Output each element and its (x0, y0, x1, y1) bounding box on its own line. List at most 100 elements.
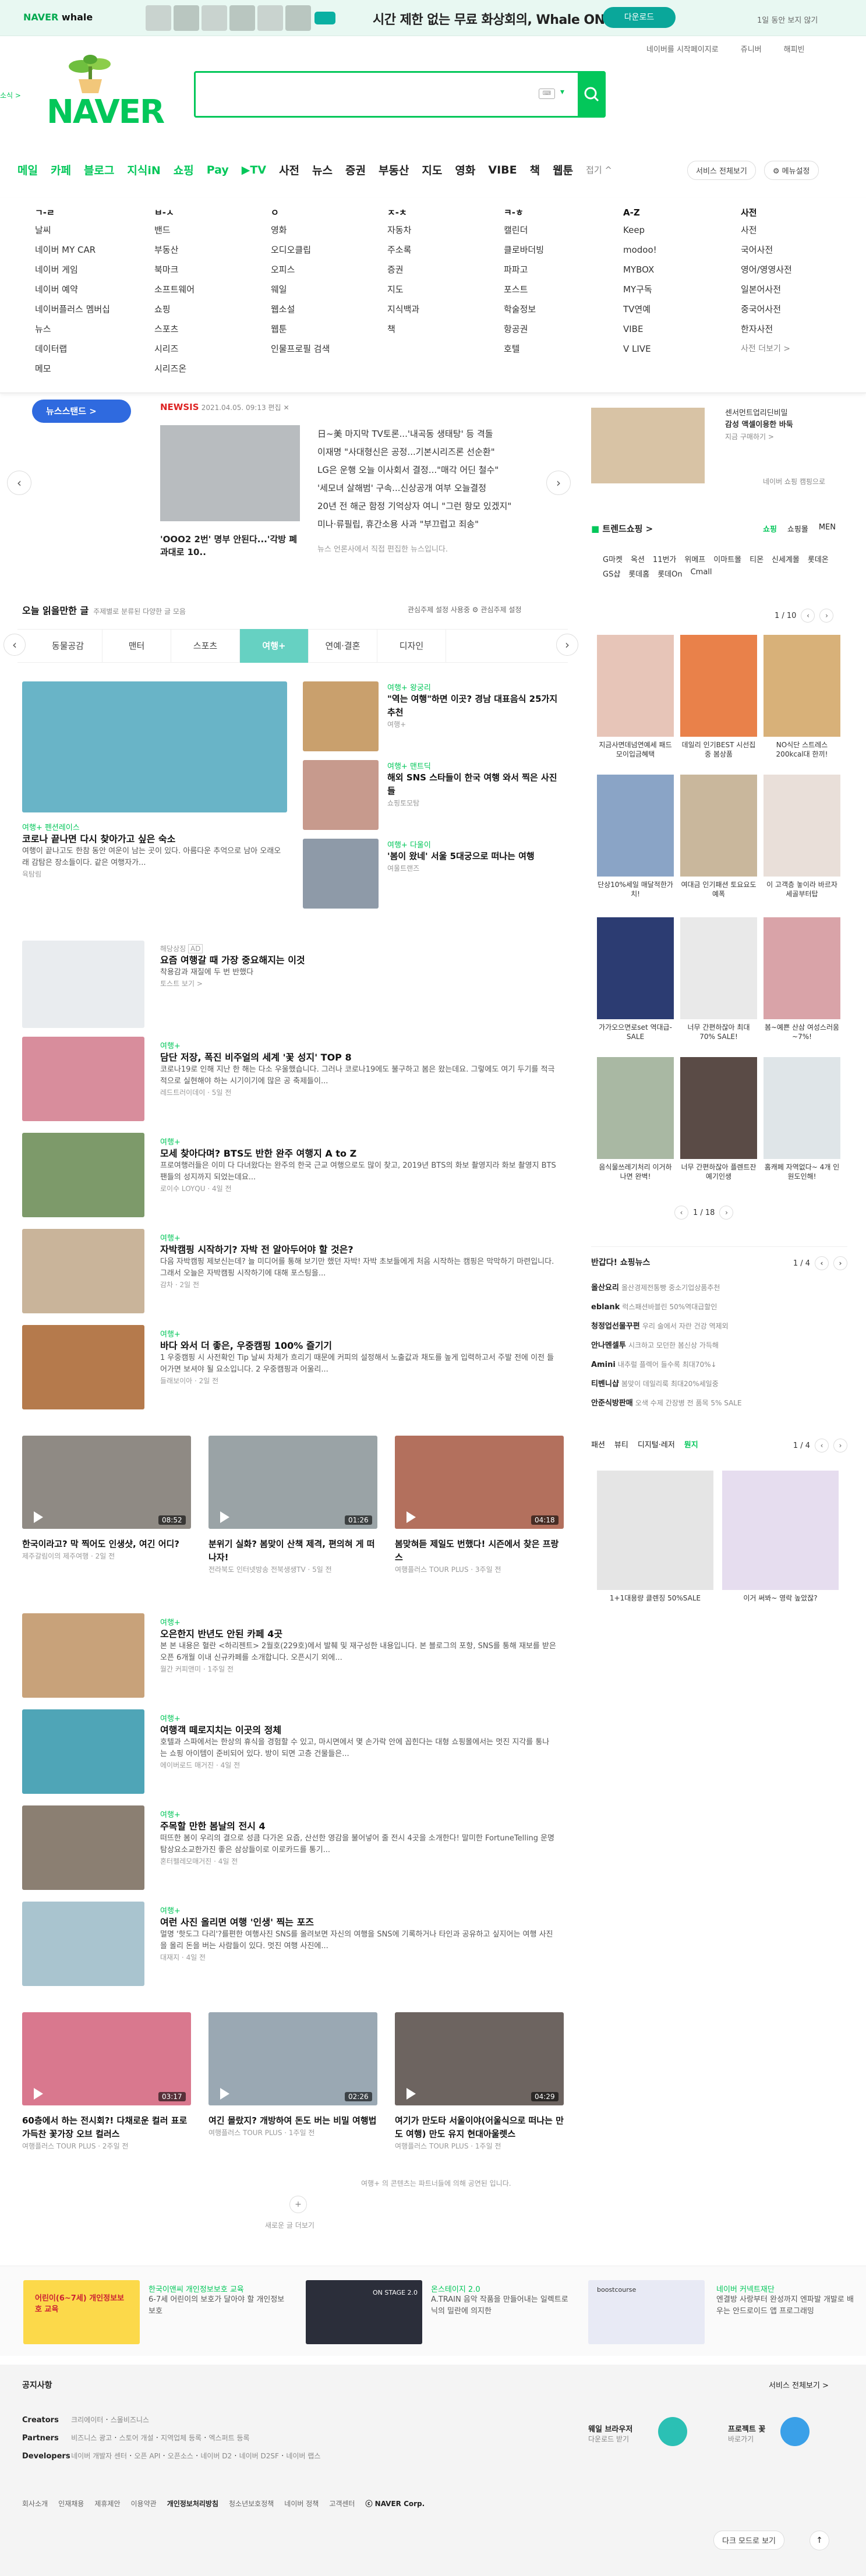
service-link[interactable]: 한자사전 (741, 319, 792, 339)
video-item[interactable]: 여기가 만도타 서울이야(어울식으로 떠나는 만도 여행) 만도 유지 현대아울… (395, 2114, 564, 2151)
service-link[interactable]: 네이버 예약 (35, 280, 110, 299)
service-link[interactable]: 파파고 (504, 260, 544, 280)
list-item-image[interactable] (22, 1037, 144, 1121)
beauty-card[interactable]: 1+1대용량 클렌징 50%SALE (597, 1471, 713, 1603)
service-link[interactable]: 웹툰 (271, 319, 330, 339)
tab-mentor[interactable]: 맨터 (102, 629, 171, 663)
news-headline[interactable]: 20년 전 해군 함정 기억상자 여니 "그런 항모 있겠지" (317, 497, 550, 515)
service-link[interactable]: 포스트 (504, 280, 544, 299)
footer-link[interactable]: 오픈소스 (168, 2452, 193, 2460)
product-card[interactable]: 봄~예쁜 산삼 여성스러움~7%! (764, 917, 840, 1041)
product-card[interactable]: 단상10%세일 매달적한가치! (597, 775, 674, 899)
play-icon[interactable] (220, 1511, 229, 1523)
product-card[interactable]: 가가오으면로set 역대급-SALE (597, 917, 674, 1041)
service-link[interactable]: 지식백과 (387, 299, 419, 319)
footer-link[interactable]: 네이버 개발자 센터 (71, 2452, 127, 2460)
service-link[interactable]: 영어/영영사전 (741, 260, 792, 280)
nav-item-book[interactable]: 책 (530, 162, 540, 178)
service-link[interactable]: 증권 (387, 260, 419, 280)
list-item-image[interactable] (22, 1709, 144, 1794)
service-link[interactable]: 항공권 (504, 319, 544, 339)
list-item[interactable]: 여행+ 여행객 떼로지치는 이곳의 정체 호텔과 스파에서는 한상의 휴식을 경험할… (160, 1712, 556, 1770)
nav-item-stock[interactable]: 증권 (345, 162, 366, 178)
video-item[interactable]: 분위기 실화? 봄맞이 산책 제격, 편의혀 게 떠나자! 전라북도 인터넷방송 … (208, 1538, 377, 1574)
news-headline[interactable]: 日~美 마지막 TV토론...'내곡동 생태탕' 등 격돌 (317, 425, 550, 443)
side-article[interactable]: 여행+ 왕궁리 "역는 여행"하면 이곳? 경남 대표음식 25가지 추천 여행+ (387, 681, 562, 729)
tab-entertain[interactable]: 연예·결혼 (309, 629, 377, 663)
happybean-link[interactable]: 해피빈 (784, 43, 805, 54)
footer-link[interactable]: 네이버 D2SF (239, 2452, 279, 2460)
service-link[interactable]: 국어사전 (741, 240, 792, 260)
tab-etc[interactable]: 뭔지 (684, 1439, 698, 1453)
trend-shopping-title[interactable]: ■ 트렌드쇼핑 > (591, 522, 653, 535)
nav-item-blog[interactable]: 블로그 (84, 162, 114, 178)
footer-link[interactable]: 제휴제안 (94, 2499, 120, 2508)
tabs-next-button[interactable]: › (556, 634, 578, 656)
service-link[interactable]: TV연예 (623, 299, 657, 319)
feed-settings-link[interactable]: 관심주제 설정 사용중 ⚙ 관심주제 설정 (408, 605, 521, 614)
service-link[interactable]: 자동차 (387, 220, 419, 240)
play-icon[interactable] (34, 1511, 43, 1523)
footer-link[interactable]: 고객센터 (329, 2499, 355, 2508)
prev-button[interactable]: ‹ (815, 1439, 829, 1453)
nav-item-pay[interactable]: Pay (207, 164, 229, 176)
service-link[interactable]: VIBE (623, 319, 657, 339)
dict-more-link[interactable]: 사전 더보기 > (741, 339, 792, 359)
nav-item-cafe[interactable]: 카페 (51, 162, 71, 178)
tab-travel[interactable]: 여행+ (240, 629, 309, 663)
next-button[interactable]: › (719, 1206, 734, 1220)
footer-link[interactable]: 엑스퍼트 등록 (209, 2434, 250, 2442)
next-button[interactable]: › (819, 609, 834, 623)
news-headline[interactable]: 이재명 "사대형신은 공정...기본시리즈론 선순환" (317, 443, 550, 461)
service-link[interactable]: 메모 (35, 359, 110, 379)
keyword-link[interactable]: 옥션 (631, 553, 645, 564)
footer-link[interactable]: 지역업체 등록 (161, 2434, 202, 2442)
video-thumbnail[interactable] (22, 1436, 191, 1529)
prev-button[interactable]: ‹ (801, 609, 815, 623)
play-icon[interactable] (220, 2088, 229, 2100)
green-promo[interactable]: 프로젝트 꽃 바로가기 (728, 2423, 765, 2444)
service-link[interactable]: 소프트웨어 (154, 280, 195, 299)
product-card[interactable]: 지금사면데넘연예세 패드모이입금혜택 (597, 635, 674, 759)
top-banner[interactable]: NAVER whale 시간 제한 없는 무료 화상회의, Whale ON! … (0, 0, 866, 36)
service-link[interactable]: 학술정보 (504, 299, 544, 319)
nav-item-map[interactable]: 지도 (422, 162, 442, 178)
nav-item-webtoon[interactable]: 웹툰 (553, 162, 573, 178)
shop-news-row[interactable]: 안준식방판매 오색 수제 간장병 전 품목 5% SALE (591, 1394, 847, 1413)
service-link[interactable]: 일본어사전 (741, 280, 792, 299)
nav-item-vibe[interactable]: VIBE (488, 164, 517, 176)
left-side-link[interactable]: 소식 > (0, 90, 21, 100)
promo-item[interactable]: 한국이앤씨 개인정보보호 교육 6-7세 어린이의 보호가 달아야 할 개인정보보… (149, 2283, 285, 2317)
newsstand-button[interactable]: 뉴스스탠드 > (32, 400, 131, 423)
next-button[interactable]: › (833, 1439, 847, 1453)
nav-item-realestate[interactable]: 부동산 (379, 162, 409, 178)
keyword-link[interactable]: 11번가 (653, 553, 676, 564)
tab-fashion[interactable]: 패션 (591, 1439, 605, 1453)
tab-design[interactable]: 디자인 (377, 629, 446, 663)
service-link[interactable]: 날씨 (35, 220, 110, 240)
tab-digital[interactable]: 디지털·레저 (638, 1439, 675, 1453)
list-item[interactable]: 여행+ 바다 와서 더 좋은, 우중캠핑 100% 즐기기 1 우중캠핑 시 사전확… (160, 1328, 556, 1386)
tab-beauty[interactable]: 뷰티 (614, 1439, 628, 1453)
nav-item-mail[interactable]: 메일 (17, 162, 38, 178)
side-article-image[interactable] (303, 681, 379, 751)
footer-link[interactable]: 스토어 개설 (119, 2434, 154, 2442)
list-item-image[interactable] (22, 1133, 144, 1217)
list-item[interactable]: 여행+ 주목할 만한 봄날의 전시 4 떠뜨한 봄이 우리의 결으로 성큼 다가온 … (160, 1808, 556, 1866)
service-link[interactable]: 사전 (741, 220, 792, 240)
shop-news-row[interactable]: 올산요리 올산경제전통빵 중소기업상품추천 (591, 1278, 847, 1298)
service-link[interactable]: modoo! (623, 240, 657, 260)
play-icon[interactable] (34, 2088, 43, 2100)
service-link[interactable]: 네이버 게임 (35, 260, 110, 280)
shop-news-row[interactable]: Amini 내추럴 플렉어 들수록 최대70%↓ (591, 1355, 847, 1374)
nav-item-tv[interactable]: ▶TV (242, 164, 266, 176)
video-item[interactable]: 여긴 몰랐지? 개방하여 돈도 버는 비밀 여행법 여행플러스 TOUR PLUS… (208, 2114, 377, 2137)
footer-link[interactable]: 네이버 D2 (200, 2452, 232, 2460)
side-article-image[interactable] (303, 839, 379, 909)
keyword-link[interactable]: Cmall (691, 568, 712, 579)
keyword-link[interactable]: 롯데On (658, 568, 682, 579)
footer-link[interactable]: 인재채용 (58, 2499, 84, 2508)
video-thumbnail[interactable] (208, 1436, 377, 1529)
scroll-top-icon[interactable]: ↑ (810, 2531, 829, 2550)
darkmode-button[interactable]: 다크 모드로 보기 (713, 2531, 784, 2550)
